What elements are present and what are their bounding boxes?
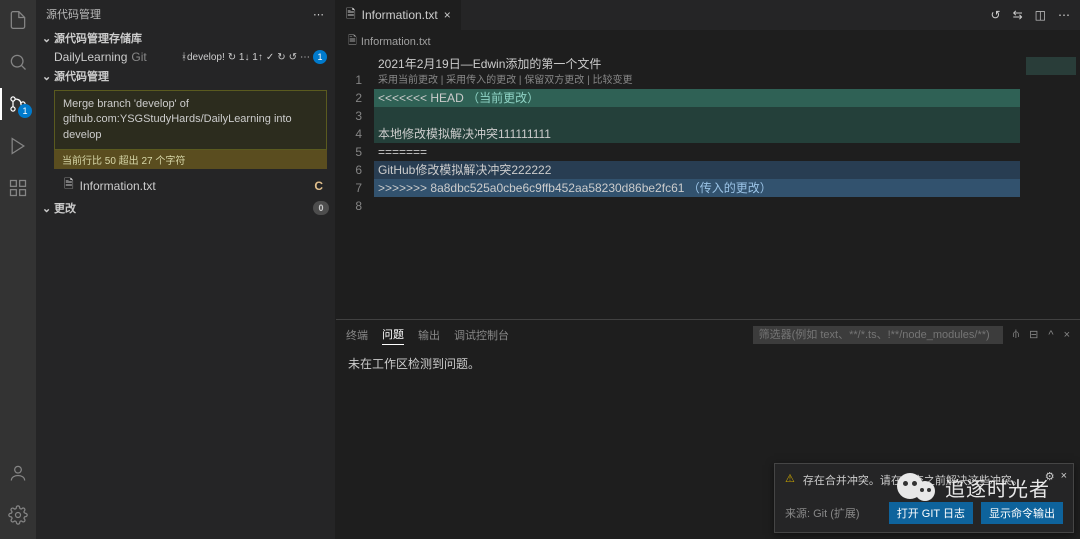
file-icon: 🗎 [348,32,357,51]
accept-current-link[interactable]: 采用当前更改 [378,75,438,86]
breadcrumb[interactable]: 🗎 Information.txt [336,30,1080,53]
section-repos[interactable]: ⌄ 源代码管理存储库 [36,28,335,48]
notification-source: 来源: Git (扩展) [785,505,881,521]
code-line: GitHub修改模拟解决冲突222222 [374,161,1080,179]
repo-vcs: Git [131,50,146,64]
editor-more-icon[interactable]: ⋯ [1058,8,1070,22]
repo-more-icon[interactable]: ⋯ [300,52,310,63]
code-line [374,107,1080,125]
panel-tab-debug[interactable]: 调试控制台 [454,325,509,345]
tab-actions: ↺ ⇆ ◫ ⋯ [981,8,1080,22]
repo-row[interactable]: DailyLearning Git ᚼ develop! ↻ 1↓ 1↑ ✓ ↻… [36,48,335,66]
panel-tabs: 终端 问题 输出 调试控制台 ⫛ ⊟ ^ × [336,320,1080,349]
notification-gear-icon[interactable]: ⚙ [1045,470,1055,483]
repo-actions: ᚼ develop! ↻ 1↓ 1↑ ✓ ↻ ↺ ⋯ 1 [181,50,327,64]
repo-change-badge: 1 [313,50,327,64]
sidebar-title-row: 源代码管理 ⋯ [36,0,335,28]
chevron-down-icon: ⌄ [42,32,54,45]
source-control-icon[interactable]: 1 [6,92,30,116]
sidebar-title: 源代码管理 [46,6,101,22]
activity-bar: 1 [0,0,36,539]
section-repos-label: 源代码管理存储库 [54,30,142,46]
compare-link[interactable]: 比较变更 [592,75,632,86]
code-line [374,197,1080,215]
file-icon: 🗎 [346,5,356,26]
code-line: 2021年2月19日—Edwin添加的第一个文件 [374,55,1080,73]
open-git-log-button[interactable]: 打开 GIT 日志 [889,502,973,524]
account-icon[interactable] [6,461,30,485]
timeline-icon[interactable]: ↺ [991,8,1001,22]
repo-name: DailyLearning [54,50,127,64]
merge-file-row[interactable]: 🗎 Information.txt C [36,173,335,198]
sync-indicator[interactable]: ↻ 1↓ 1↑ [228,52,263,63]
problems-filter-input[interactable] [753,326,1003,344]
notification-toast: ⚙ × ⚠ 存在合并冲突。请在提交之前解决这些冲突。 来源: Git (扩展) … [774,463,1074,533]
settings-gear-icon[interactable] [6,503,30,527]
chevron-down-icon: ⌄ [42,202,54,215]
commit-message-input[interactable]: Merge branch 'develop' of github.com:YSG… [54,90,327,150]
conflict-separator: ======= [374,143,1080,161]
conflict-codelens: 采用当前更改 | 采用传入的更改 | 保留双方更改 | 比较变更 [374,73,1080,89]
warning-icon: ⚠ [785,472,795,485]
merge-file-name: Information.txt [80,179,156,193]
show-output-button[interactable]: 显示命令输出 [981,502,1063,524]
sidebar-more-icon[interactable]: ⋯ [313,8,325,21]
main: 🗎 Information.txt × ↺ ⇆ ◫ ⋯ 🗎 Informatio… [336,0,1080,539]
section-changes[interactable]: ⌄ 更改 0 [36,198,335,218]
accept-incoming-link[interactable]: 采用传入的更改 [446,75,516,86]
panel-tab-problems[interactable]: 问题 [382,324,404,345]
section-scm[interactable]: ⌄ 源代码管理 [36,66,335,86]
file-icon: 🗎 [64,175,74,196]
compare-icon[interactable]: ⇆ [1013,8,1023,22]
changes-count: 0 [313,201,329,215]
line-gutter: 1 2 3 4 5 6 7 8 [336,53,374,319]
breadcrumb-file: Information.txt [361,36,431,48]
sidebar: 源代码管理 ⋯ ⌄ 源代码管理存储库 DailyLearning Git ᚼ d… [36,0,336,539]
run-debug-icon[interactable] [6,134,30,158]
close-icon[interactable]: × [444,8,451,22]
editor-tabs: 🗎 Information.txt × ↺ ⇆ ◫ ⋯ [336,0,1080,30]
clear-icon[interactable]: ⊟ [1029,328,1038,341]
accept-both-link[interactable]: 保留双方更改 [524,75,584,86]
panel-close-icon[interactable]: × [1064,329,1070,341]
refresh-icon[interactable]: ↻ [277,52,285,63]
extensions-icon[interactable] [6,176,30,200]
notification-message: 存在合并冲突。请在提交之前解决这些冲突。 [803,472,1023,488]
panel-tab-terminal[interactable]: 终端 [346,325,368,345]
section-changes-label: 更改 [54,200,76,216]
section-scm-label: 源代码管理 [54,68,109,84]
tab-label: Information.txt [362,8,438,22]
commit-check-icon[interactable]: ✓ [266,52,274,63]
notification-close-icon[interactable]: × [1061,470,1067,483]
code-line: 本地修改模拟解决冲突111111111 [374,125,1080,143]
split-editor-icon[interactable]: ◫ [1035,8,1046,22]
commit-message-warning: 当前行比 50 超出 27 个字符 [54,150,327,169]
explorer-icon[interactable] [6,8,30,32]
history-icon[interactable]: ↺ [289,52,297,63]
merge-file-status: C [314,179,327,193]
panel-tab-output[interactable]: 输出 [418,325,440,345]
minimap[interactable] [1020,53,1080,319]
conflict-head-marker: <<<<<<< HEAD （当前更改） [374,89,1080,107]
search-icon[interactable] [6,50,30,74]
filter-icon[interactable]: ⫛ [1013,328,1020,341]
chevron-down-icon: ⌄ [42,70,54,83]
tab-information-txt[interactable]: 🗎 Information.txt × [336,0,462,30]
branch-indicator[interactable]: ᚼ develop! [181,52,225,63]
scm-badge: 1 [18,104,32,118]
conflict-incoming-marker: >>>>>>> 8a8dbc525a0cbe6c9ffb452aa58230d8… [374,179,1080,197]
panel-maximize-icon[interactable]: ^ [1048,329,1053,341]
code-content[interactable]: 2021年2月19日—Edwin添加的第一个文件 采用当前更改 | 采用传入的更… [374,53,1080,319]
editor-area[interactable]: 1 2 3 4 5 6 7 8 2021年2月19日—Edwin添加的第一个文件… [336,53,1080,319]
